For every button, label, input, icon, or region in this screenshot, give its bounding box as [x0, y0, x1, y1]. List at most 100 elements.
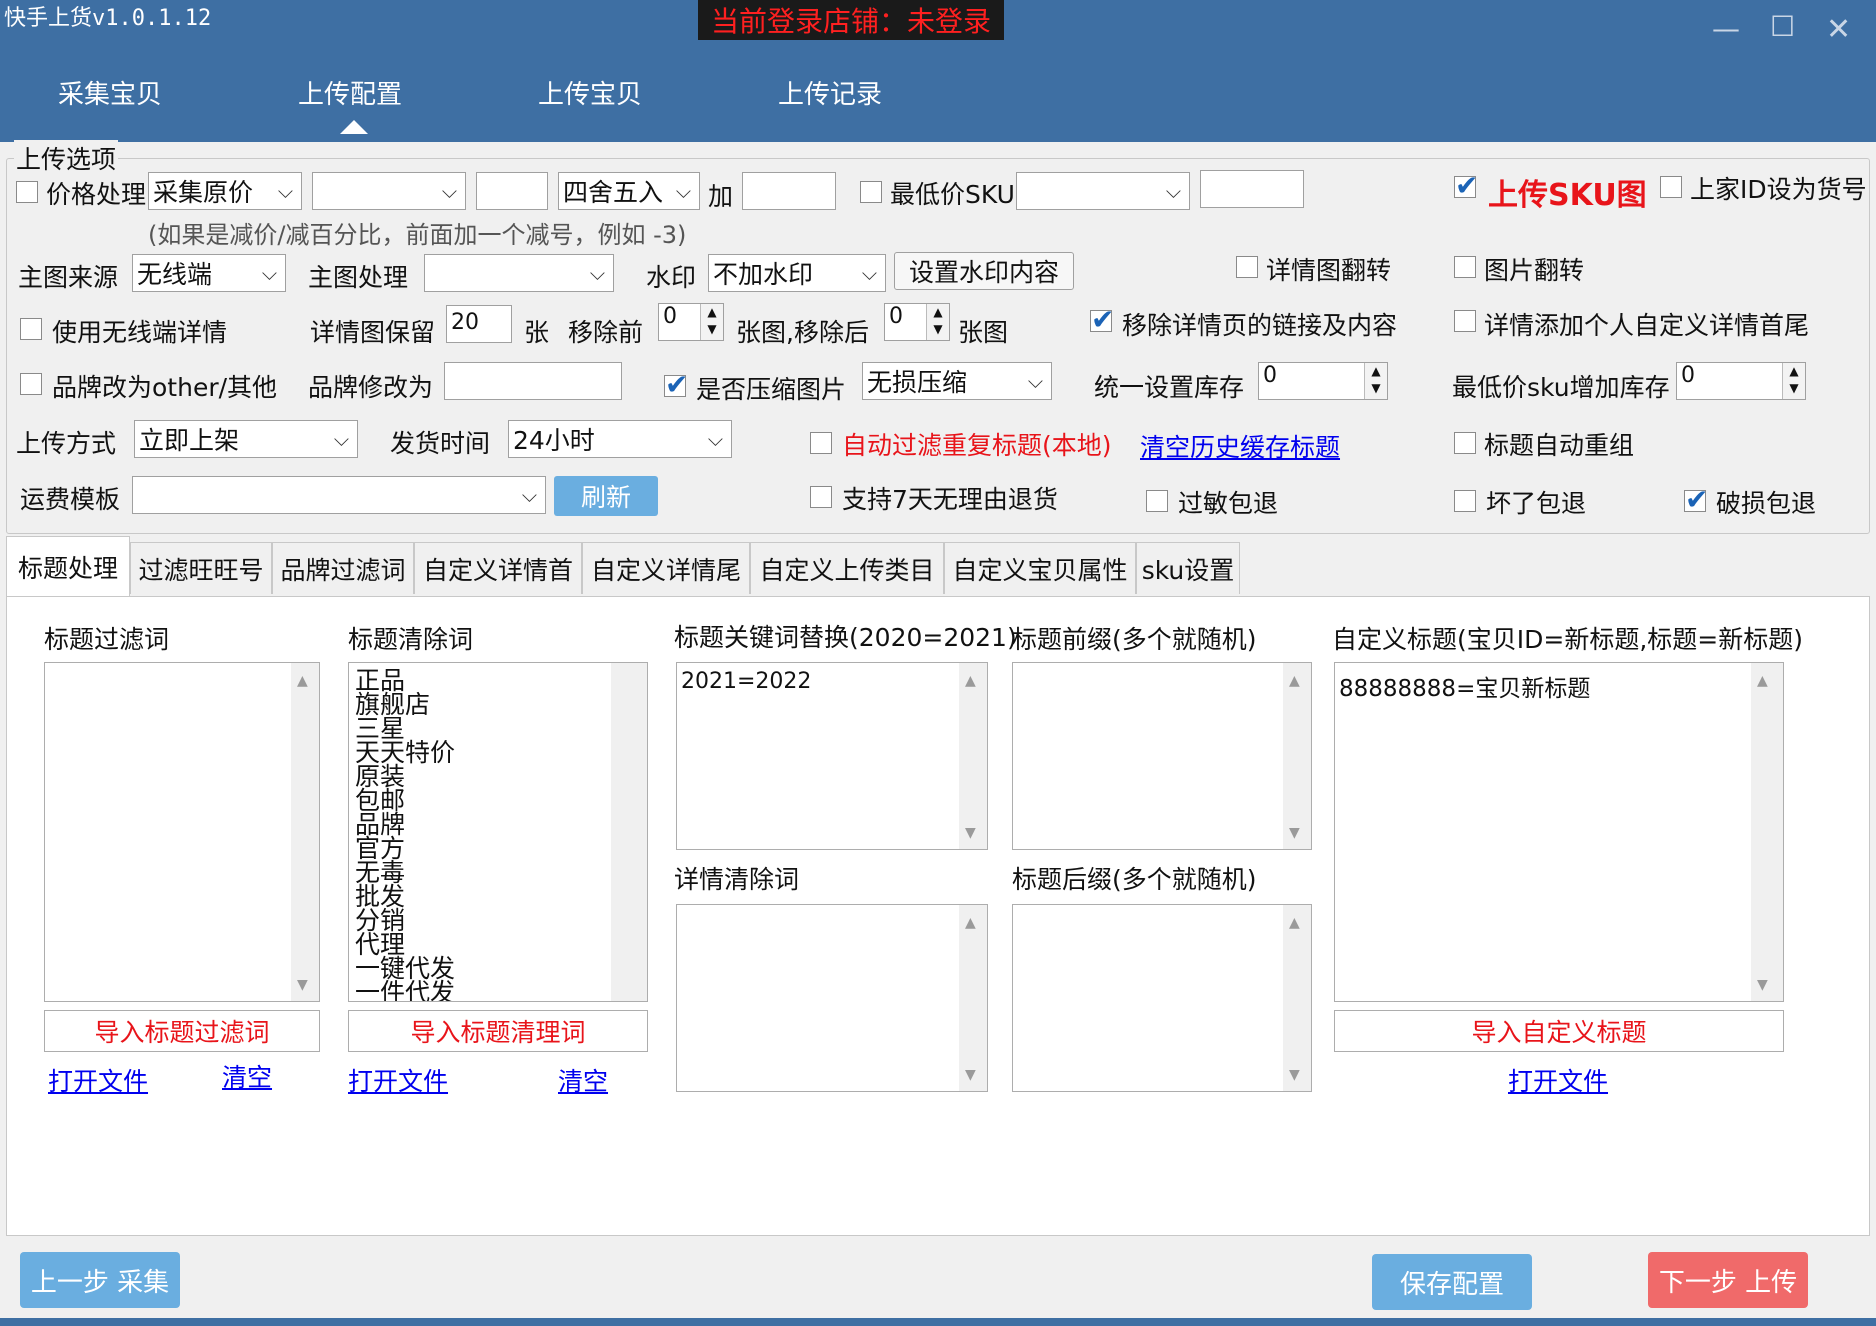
next-button[interactable]: 下一步 上传	[1648, 1252, 1808, 1308]
save-config-button[interactable]: 保存配置	[1372, 1254, 1532, 1310]
title-regroup-checkbox[interactable]	[1454, 432, 1476, 454]
refresh-button[interactable]: 刷新	[554, 476, 658, 516]
title-replace-textarea[interactable]: 2021=2022 ▲ ▼	[676, 662, 988, 850]
ship-time-select[interactable]: 24小时 ⌵	[508, 420, 732, 458]
damaged-label: 破损包退	[1716, 489, 1817, 518]
remove-after-spinner[interactable]: 0 ▲ ▼	[884, 303, 950, 341]
detail-keep-label: 详情图保留	[310, 318, 436, 347]
lowest-sku-input[interactable]	[1200, 170, 1304, 208]
import-filter-button[interactable]: 导入标题过滤词	[44, 1010, 320, 1052]
tab-custom-category[interactable]: 自定义上传类目	[750, 542, 944, 594]
tab-custom-attributes[interactable]: 自定义宝贝属性	[944, 542, 1136, 594]
tab-sku-settings[interactable]: sku设置	[1136, 542, 1240, 594]
title-filter-label: 标题过滤词	[44, 625, 170, 654]
nav-upload-config[interactable]: 上传配置	[298, 74, 402, 111]
detail-custom-label: 详情添加个人自定义详情首尾	[1484, 311, 1810, 340]
id-as-sku-checkbox[interactable]	[1660, 176, 1682, 198]
remove-after-label: 张图,移除后	[736, 318, 869, 347]
seven-day-label: 支持7天无理由退货	[842, 485, 1058, 514]
active-nav-caret-icon	[340, 120, 368, 134]
price-source-select[interactable]: 采集原价 ⌵	[148, 172, 302, 210]
upload-method-label: 上传方式	[16, 429, 117, 458]
id-as-sku-label: 上家ID设为货号	[1690, 175, 1867, 204]
tab-custom-detail-tail[interactable]: 自定义详情尾	[582, 542, 750, 594]
detail-custom-checkbox[interactable]	[1454, 310, 1476, 332]
brand-other-checkbox[interactable]	[20, 373, 42, 395]
compress-select[interactable]: 无损压缩 ⌵	[862, 362, 1052, 400]
import-clean-button[interactable]: 导入标题清理词	[348, 1010, 648, 1052]
set-watermark-button[interactable]: 设置水印内容	[894, 252, 1074, 290]
damaged-checkbox[interactable]	[1684, 483, 1708, 516]
allergy-checkbox[interactable]	[1146, 490, 1168, 512]
image-flip-label: 图片翻转	[1484, 256, 1585, 285]
broken-checkbox[interactable]	[1454, 490, 1476, 512]
main-image-process-select[interactable]: ⌵	[424, 254, 614, 292]
watermark-select[interactable]: 不加水印 ⌵	[708, 254, 886, 292]
lowest-stock-spinner[interactable]: 0 ▲ ▼	[1676, 362, 1806, 400]
login-status: 当前登录店铺：未登录	[698, 0, 1004, 40]
brand-change-input[interactable]	[444, 362, 622, 400]
nav-collect[interactable]: 采集宝贝	[58, 74, 162, 111]
title-filter-textarea[interactable]: ▲ ▼	[44, 662, 320, 1002]
tab-brand-filter[interactable]: 品牌过滤词	[272, 542, 414, 594]
custom-title-textarea[interactable]: 88888888=宝贝新标题 ▲ ▼	[1334, 662, 1784, 1002]
seven-day-checkbox[interactable]	[810, 486, 832, 508]
clear-link[interactable]: 清空	[222, 1058, 272, 1094]
tab-title-process[interactable]: 标题处理	[6, 536, 130, 596]
ship-time-label: 发货时间	[390, 429, 491, 458]
rounding-select[interactable]: 四舍五入 ⌵	[558, 172, 700, 210]
detail-keep-input[interactable]: 20	[446, 305, 512, 343]
remove-links-checkbox[interactable]	[1090, 303, 1114, 336]
detail-clear-textarea[interactable]: ▲ ▼	[676, 904, 988, 1092]
add-value-input[interactable]	[742, 172, 836, 210]
upload-sku-image-checkbox[interactable]	[1454, 169, 1478, 202]
main-image-source-select[interactable]: 无线端 ⌵	[132, 254, 286, 292]
nav-upload-items[interactable]: 上传宝贝	[538, 74, 642, 111]
tab-filter-wangwang[interactable]: 过滤旺旺号	[130, 542, 272, 594]
broken-label: 坏了包退	[1486, 489, 1587, 518]
title-clean-textarea[interactable]: 正品 旗舰店 三星 天天特价 原装 包邮 品牌 官方 无毒 批发 分销 代理 一键代发 一件代发	[348, 662, 648, 1002]
price-mode-select[interactable]: ⌵	[312, 172, 466, 210]
title-prefix-textarea[interactable]: ▲ ▼	[1012, 662, 1312, 850]
open-file-link[interactable]: 打开文件	[348, 1062, 448, 1098]
open-file-link[interactable]: 打开文件	[1508, 1062, 1608, 1098]
title-suffix-label: 标题后缀(多个就随机)	[1012, 865, 1257, 894]
detail-keep-unit: 张	[524, 318, 550, 347]
prev-button[interactable]: 上一步 采集	[20, 1252, 180, 1308]
import-custom-title-button[interactable]: 导入自定义标题	[1334, 1010, 1784, 1052]
clear-link[interactable]: 清空	[558, 1062, 608, 1098]
open-file-link[interactable]: 打开文件	[48, 1062, 148, 1098]
close-icon[interactable]: ✕	[1826, 12, 1851, 47]
detail-flip-checkbox[interactable]	[1236, 256, 1258, 278]
price-value-input[interactable]	[476, 172, 548, 210]
auto-filter-checkbox[interactable]	[810, 432, 832, 454]
image-flip-checkbox[interactable]	[1454, 256, 1476, 278]
freight-label: 运费模板	[20, 485, 121, 514]
watermark-label: 水印	[646, 263, 697, 292]
remove-links-label: 移除详情页的链接及内容	[1122, 311, 1398, 340]
lowest-sku-select[interactable]: ⌵	[1016, 172, 1190, 210]
title-replace-label: 标题关键词替换(2020=2021)	[674, 623, 1017, 652]
stock-spinner[interactable]: 0 ▲ ▼	[1258, 362, 1388, 400]
custom-title-value: 88888888=宝贝新标题	[1339, 676, 1591, 702]
maximize-icon[interactable]: ☐	[1770, 10, 1795, 43]
freight-select[interactable]: ⌵	[132, 476, 546, 514]
stock-label: 统一设置库存	[1094, 373, 1245, 402]
title-replace-value: 2021=2022	[681, 669, 812, 694]
upload-method-select[interactable]: 立即上架 ⌵	[134, 420, 358, 458]
lowest-sku-checkbox[interactable]	[860, 181, 882, 203]
remove-before-label: 移除前	[568, 318, 644, 347]
clear-cache-link[interactable]: 清空历史缓存标题	[1140, 428, 1340, 464]
price-process-checkbox[interactable]	[16, 181, 38, 203]
wireless-detail-checkbox[interactable]	[20, 318, 42, 340]
remove-before-spinner[interactable]: 0 ▲ ▼	[658, 303, 724, 341]
title-suffix-textarea[interactable]: ▲ ▼	[1012, 904, 1312, 1092]
price-hint: (如果是减价/减百分比，前面加一个减号，例如 -3)	[148, 221, 687, 249]
title-regroup-label: 标题自动重组	[1484, 431, 1635, 460]
minimize-icon[interactable]: —	[1712, 12, 1740, 45]
upload-options-legend: 上传选项	[14, 140, 119, 176]
nav-upload-records[interactable]: 上传记录	[778, 74, 882, 111]
tab-custom-detail-head[interactable]: 自定义详情首	[414, 542, 582, 594]
bottom-border	[0, 1318, 1876, 1326]
compress-checkbox[interactable]	[664, 368, 688, 401]
